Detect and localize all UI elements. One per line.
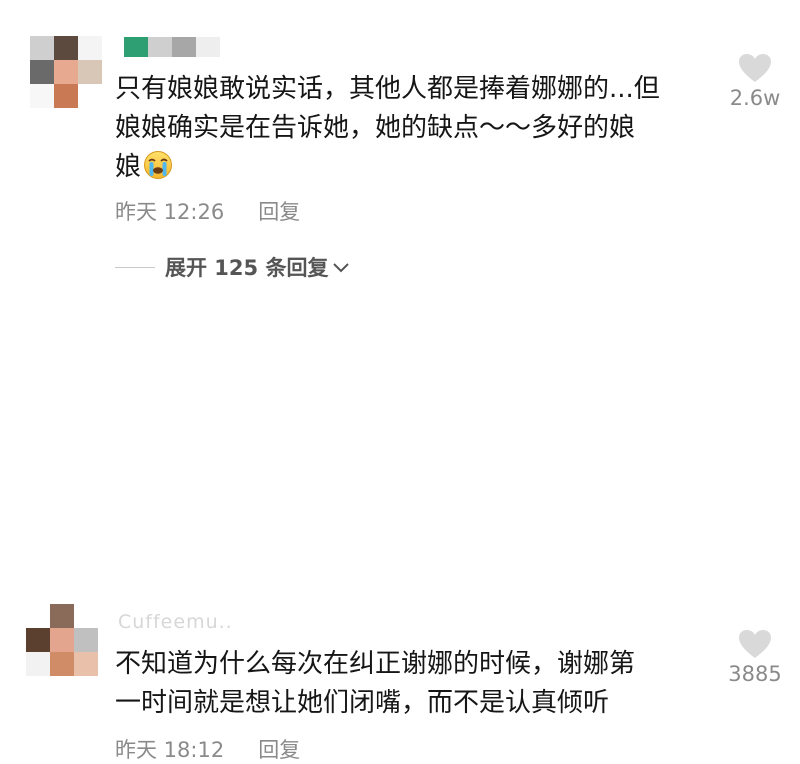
avatar[interactable] [26,604,98,676]
heart-icon [739,54,771,82]
crying-face-icon [141,151,173,182]
comment-item: 只有娘娘敢说实话，其他人都是捧着娜娜的...但 娘娘确实是在告诉她，她的缺点～～… [0,0,800,245]
comment-time: 昨天 18:12 [115,738,225,762]
comment-time: 昨天 12:26 [115,200,225,224]
comment-text: 只有娘娘敢说实话，其他人都是捧着娜娜的...但 娘娘确实是在告诉她，她的缺点～～… [115,74,660,182]
like-count: 3885 [728,662,782,686]
comment-item: Cuffeemu.. 不知道为什么每次在纠正谢娜的时候，谢娜第 一时间就是想让她… [0,296,800,762]
username-redacted[interactable] [124,37,220,57]
like-count: 2.6w [729,86,781,110]
reply-button[interactable]: 回复 [258,196,300,226]
comment-text: 不知道为什么每次在纠正谢娜的时候，谢娜第 一时间就是想让她们闭嘴，而不是认真倾听 [115,649,636,718]
reply-button[interactable]: 回复 [258,734,300,764]
heart-icon [739,630,771,658]
expand-replies-button[interactable]: 展开 125 条回复 [115,252,350,282]
username[interactable]: Cuffeemu.. [118,611,233,633]
avatar[interactable] [30,36,102,108]
like-button[interactable]: 3885 [715,628,795,686]
divider-line [115,266,155,268]
comment-meta: 昨天 12:26 回复 [115,196,300,226]
like-button[interactable]: 2.6w [715,52,795,110]
expand-replies-label: 展开 125 条回复 [165,256,329,280]
chevron-down-icon [333,263,350,273]
comment-meta: 昨天 18:12 回复 [115,734,300,764]
